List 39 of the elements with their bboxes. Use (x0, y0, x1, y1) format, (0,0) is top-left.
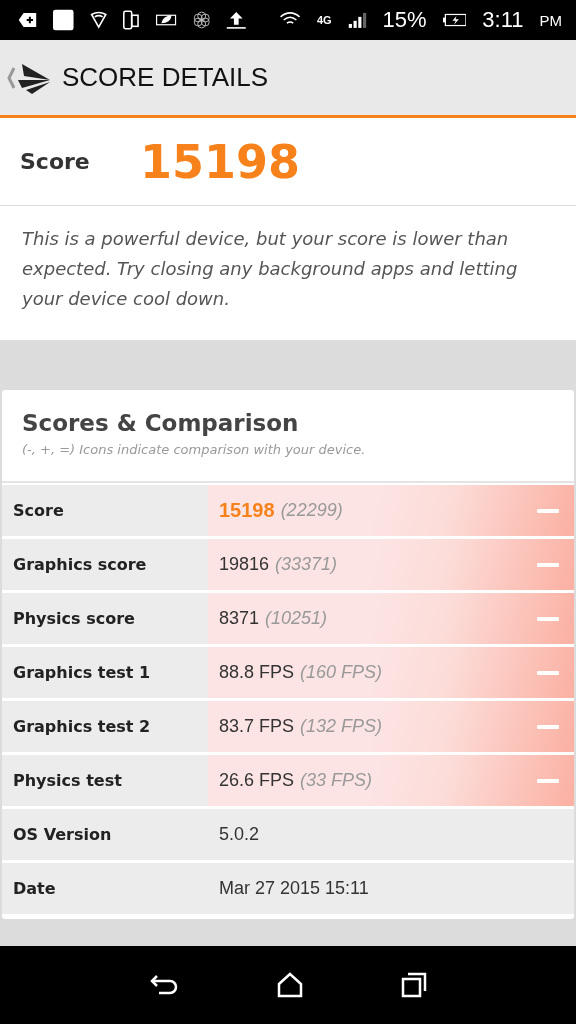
row-label: Graphics test 2 (2, 701, 208, 752)
row-value: 19816 (219, 554, 270, 575)
recent-apps-icon[interactable] (401, 972, 428, 998)
reference-value: (132 FPS) (300, 716, 383, 737)
page-title: SCORE DETAILS (62, 62, 269, 93)
row-label: Graphics score (2, 539, 208, 590)
flower-icon (192, 9, 211, 31)
row-value: 83.7 FPS (219, 716, 295, 737)
row-label: Date (2, 863, 208, 914)
square-icon (52, 7, 74, 33)
reference-value: (33 FPS) (300, 770, 373, 791)
row-value: 88.8 FPS (219, 662, 295, 683)
battery-percent: 15% (382, 7, 427, 33)
phones-icon (122, 8, 139, 32)
clock-time: 3:11 (482, 7, 524, 33)
row-label: Physics score (2, 593, 208, 644)
row-value: 8371 (219, 608, 260, 629)
tag-icon (18, 10, 37, 30)
network-label: 4G (316, 14, 332, 26)
row-value: 5.0.2 (219, 824, 260, 845)
score-message: This is a powerful device, but your score is lower than expected. Try closing any background apps and letting your device cool down. (0, 206, 576, 340)
row-label: OS Version (2, 809, 208, 860)
row-value: Mar 27 2015 15:11 (219, 878, 369, 899)
card-subtitle: (-, +, =) Icons indicate comparison with your device. (22, 442, 367, 457)
reference-value: (160 FPS) (300, 662, 383, 683)
charging-battery-icon (442, 12, 467, 28)
card-title: Scores & Comparison (22, 410, 300, 436)
clock-period: PM (539, 11, 562, 29)
home-icon[interactable] (276, 972, 304, 998)
reference-value: (22299) (280, 500, 343, 521)
reference-value: (10251) (265, 608, 328, 629)
reference-value: (33371) (275, 554, 338, 575)
row-value: 15198 (219, 499, 275, 522)
score-value: 15198 (140, 134, 301, 189)
row-label: Physics test (2, 755, 208, 806)
row-label: Graphics test 1 (2, 647, 208, 698)
row-label: Score (2, 485, 208, 536)
row-value: 26.6 FPS (219, 770, 295, 791)
score-label: Score (20, 149, 91, 174)
